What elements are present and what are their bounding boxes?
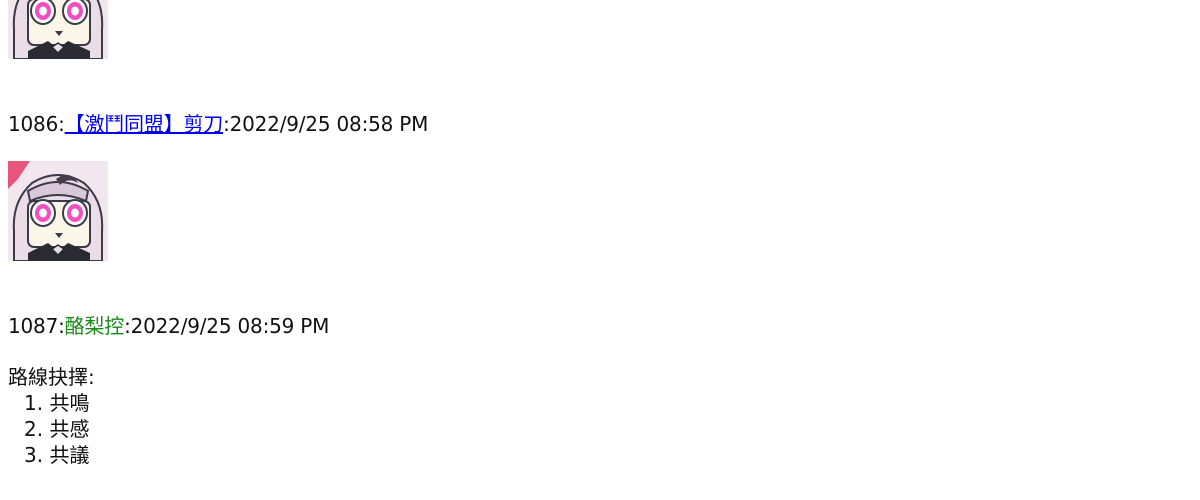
route-options-list: 1. 共鳴 2. 共感 3. 共議 — [8, 390, 95, 468]
post-header-1087: 1087:酪梨控:2022/9/25 08:59 PM — [8, 313, 329, 339]
post-header-1086: 1086:【激鬥同盟】剪刀:2022/9/25 08:58 PM — [8, 111, 428, 137]
list-item: 2. 共感 — [8, 416, 95, 442]
anime-girl-avatar-icon — [8, 0, 108, 59]
avatar[interactable] — [8, 161, 108, 261]
author-link[interactable]: 【激鬥同盟】剪刀 — [65, 112, 224, 136]
list-label: 共鳴 — [49, 391, 90, 415]
anime-girl-avatar-icon — [8, 161, 108, 261]
post-number: 1086 — [8, 112, 59, 136]
list-item: 3. 共議 — [8, 442, 95, 468]
avatar[interactable] — [8, 0, 108, 59]
list-item: 1. 共鳴 — [8, 390, 95, 416]
list-label: 共議 — [49, 443, 90, 467]
post-number: 1087 — [8, 314, 59, 338]
author-name: 酪梨控 — [64, 314, 125, 338]
post-timestamp: 2022/9/25 08:58 PM — [229, 112, 429, 136]
route-choice-heading: 路線抉擇: — [8, 365, 95, 389]
post-body-1087: 路線抉擇: 1. 共鳴 2. 共感 3. 共議 — [8, 364, 95, 468]
list-label: 共感 — [49, 417, 90, 441]
post-timestamp: 2022/9/25 08:59 PM — [130, 314, 330, 338]
list-index: 2. — [24, 417, 44, 441]
list-index: 1. — [24, 391, 44, 415]
list-index: 3. — [24, 443, 44, 467]
